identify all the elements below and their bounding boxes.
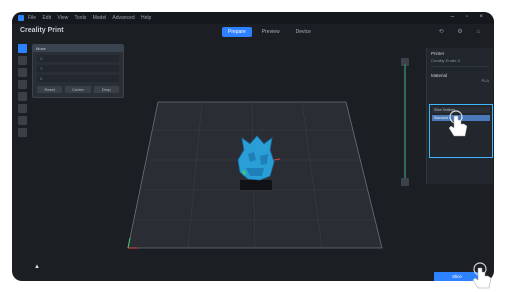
menu-file[interactable]: File xyxy=(28,15,36,21)
z-input[interactable]: Z xyxy=(37,75,119,82)
move-panel-title: Move xyxy=(33,45,123,52)
app-window: File Edit View Tools Model Advanced Help… xyxy=(12,12,494,281)
slider-track[interactable] xyxy=(404,64,406,182)
header-icons[interactable]: ⟲ ⚙ ⌂ xyxy=(439,28,486,35)
rotate-tool-icon[interactable] xyxy=(18,68,27,77)
material-value[interactable]: PLA xyxy=(427,78,493,83)
menu-model[interactable]: Model xyxy=(93,15,107,21)
layer-slider[interactable] xyxy=(401,48,409,188)
menu-view[interactable]: View xyxy=(57,15,68,21)
tab-prepare[interactable]: Prepare xyxy=(222,27,252,37)
menu-bar: File Edit View Tools Model Advanced Help… xyxy=(12,12,494,24)
tab-device[interactable]: Device xyxy=(290,27,317,37)
tap-gesture-icon-2 xyxy=(472,262,492,289)
app-title: Creality Print xyxy=(20,27,64,34)
menu-edit[interactable]: Edit xyxy=(42,15,51,21)
grid-tool-icon[interactable] xyxy=(18,128,27,137)
view-toggle-icon[interactable]: ▲ xyxy=(34,264,40,270)
mode-tabs: Prepare Preview Device xyxy=(222,27,317,37)
move-panel-buttons: Reset Center Drop xyxy=(37,86,119,93)
tap-gesture-icon xyxy=(448,110,468,137)
title-bar: Creality Print Prepare Preview Device ⟲ … xyxy=(12,24,494,40)
menu-items: File Edit View Tools Model Advanced Help xyxy=(28,15,156,21)
move-tool-icon[interactable] xyxy=(18,44,27,53)
material-label: Material xyxy=(431,73,448,78)
x-input[interactable]: X xyxy=(37,55,119,62)
center-button[interactable]: Center xyxy=(65,86,91,93)
tab-preview[interactable]: Preview xyxy=(256,27,286,37)
cut-tool-icon[interactable] xyxy=(18,104,27,113)
layout-tool-icon[interactable] xyxy=(18,116,27,125)
slider-bottom-handle[interactable] xyxy=(401,178,409,186)
reset-button[interactable]: Reset xyxy=(37,86,63,93)
support-tool-icon[interactable] xyxy=(18,92,27,101)
left-toolbar xyxy=(18,44,28,140)
divider xyxy=(431,66,489,67)
move-panel: Move X Y Z Reset Center Drop xyxy=(32,44,124,98)
menu-tools[interactable]: Tools xyxy=(75,15,87,21)
printer-label: Printer xyxy=(431,51,445,56)
scale-tool-icon[interactable] xyxy=(18,56,27,65)
mirror-tool-icon[interactable] xyxy=(18,80,27,89)
window-controls[interactable]: – ▫ × xyxy=(451,14,488,20)
3d-model[interactable] xyxy=(234,132,280,184)
printer-name[interactable]: Creality Ender-3 xyxy=(427,56,493,63)
menu-advanced[interactable]: Advanced xyxy=(112,15,134,21)
drop-button[interactable]: Drop xyxy=(93,86,119,93)
y-input[interactable]: Y xyxy=(37,65,119,72)
app-logo-icon xyxy=(18,15,24,21)
menu-help[interactable]: Help xyxy=(141,15,151,21)
